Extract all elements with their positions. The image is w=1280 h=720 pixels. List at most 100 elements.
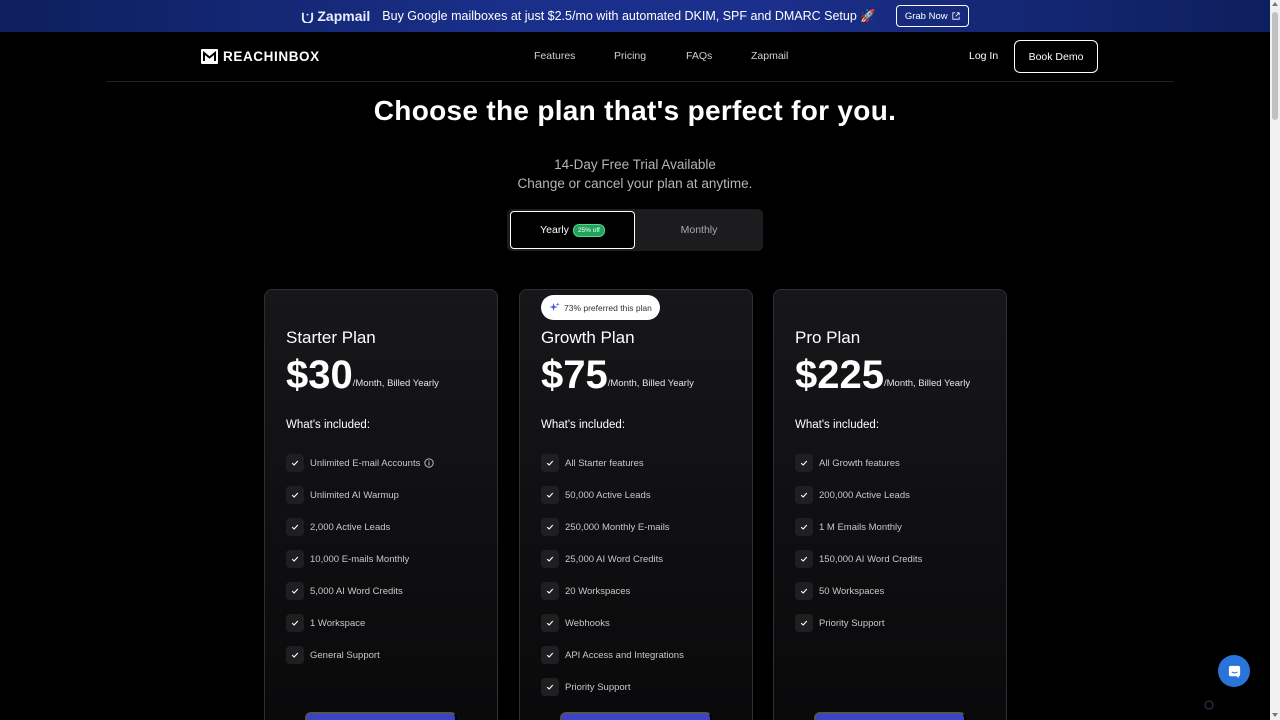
plan-name: Growth Plan: [541, 328, 635, 347]
sparkle-icon: [549, 302, 560, 312]
price-suffix: /Month, Billed Yearly: [883, 378, 971, 389]
plan-card-starter: Starter Plan $30 /Month, Billed Yearly W…: [264, 289, 498, 720]
price-row: $30 /Month, Billed Yearly: [286, 352, 439, 398]
feature-label: Priority Support: [565, 681, 631, 693]
info-icon[interactable]: [424, 458, 435, 468]
page-title: Choose the plan that's perfect for you.: [373, 95, 897, 126]
feature-list: Unlimited E-mail Accounts Unlimited AI Wa…: [286, 447, 435, 671]
feature-item: All Growth features: [795, 447, 922, 479]
scrollbar-thumb[interactable]: [1272, 12, 1278, 120]
feature-label: 10,000 E-mails Monthly: [310, 553, 410, 565]
scroll-up-arrow-icon[interactable]: [1272, 2, 1278, 6]
nav-link-features[interactable]: Features: [534, 50, 575, 62]
trial-subtitle: 14-Day Free Trial Available: [554, 157, 716, 172]
included-heading: What's included:: [541, 419, 626, 431]
check-icon: [541, 486, 559, 504]
plan-price: $75: [541, 353, 608, 397]
choose-plan-button[interactable]: [305, 712, 457, 720]
check-icon: [795, 454, 813, 472]
check-icon: [541, 582, 559, 600]
feature-list: All Growth features 200,000 Active Leads 1…: [795, 447, 922, 639]
feature-item: 10,000 E-mails Monthly: [286, 543, 434, 575]
feature-item: 200,000 Active Leads: [795, 479, 922, 511]
nav-link-pricing[interactable]: Pricing: [614, 50, 646, 62]
plan-card-growth: 73% preferred this plan Growth Plan $75 …: [519, 289, 753, 720]
billing-toggle: Yearly 25% off Monthly: [507, 209, 763, 251]
feature-item: General Support: [286, 639, 434, 671]
check-icon: [286, 550, 304, 568]
check-icon: [286, 454, 304, 472]
feature-label: 1 M Emails Monthly: [819, 521, 902, 533]
price-row: $225 /Month, Billed Yearly: [795, 352, 970, 398]
preferred-badge: 73% preferred this plan: [541, 295, 660, 320]
feature-label: 200,000 Active Leads: [819, 489, 910, 501]
external-link-icon: [952, 12, 960, 20]
feature-item: 25,000 AI Word Credits: [541, 543, 684, 575]
check-icon: [541, 646, 559, 664]
choose-plan-button[interactable]: [814, 712, 966, 720]
feature-item: 50,000 Active Leads: [541, 479, 684, 511]
feature-item: 2,000 Active Leads: [286, 511, 434, 543]
banner-message: Buy Google mailboxes at just $2.5/mo wit…: [382, 8, 876, 23]
feature-list: All Starter features 50,000 Active Leads 2…: [541, 447, 684, 703]
reachinbox-mark-icon: [201, 49, 218, 64]
zapmail-icon: [302, 12, 314, 23]
choose-plan-button[interactable]: [560, 712, 712, 720]
feature-item: API Access and Integrations: [541, 639, 684, 671]
toggle-yearly[interactable]: Yearly 25% off: [510, 211, 635, 249]
watermark-icon: [1204, 700, 1214, 710]
included-heading: What's included:: [286, 419, 371, 431]
zapmail-logo[interactable]: Zapmail: [301, 8, 370, 24]
nav-link-faqs[interactable]: FAQs: [686, 50, 712, 62]
feature-label: API Access and Integrations: [565, 649, 684, 661]
feature-label: All Growth features: [819, 457, 900, 469]
plan-card-pro: Pro Plan $225 /Month, Billed Yearly What…: [773, 289, 1007, 720]
login-link[interactable]: Log In: [969, 50, 998, 62]
feature-label: Unlimited E-mail Accounts: [310, 457, 421, 469]
zapmail-logo-text: Zapmail: [317, 8, 371, 24]
scroll-down-arrow-icon[interactable]: [1272, 713, 1278, 717]
price-suffix: /Month, Billed Yearly: [352, 378, 439, 389]
check-icon: [541, 518, 559, 536]
feature-label: 5,000 AI Word Credits: [310, 585, 403, 597]
feature-label: 150,000 AI Word Credits: [819, 553, 923, 565]
feature-label: 50 Workspaces: [819, 585, 885, 597]
feature-label: 20 Workspaces: [565, 585, 631, 597]
feature-item: 20 Workspaces: [541, 575, 684, 607]
feature-label: 2,000 Active Leads: [310, 521, 391, 533]
feature-item: 150,000 AI Word Credits: [795, 543, 922, 575]
feature-item: Unlimited E-mail Accounts: [286, 447, 435, 479]
check-icon: [286, 518, 304, 536]
price-suffix: /Month, Billed Yearly: [607, 378, 694, 389]
feature-label: Webhooks: [565, 617, 610, 629]
check-icon: [541, 614, 559, 632]
feature-label: Priority Support: [819, 617, 885, 629]
toggle-monthly[interactable]: Monthly: [637, 211, 761, 249]
feature-item: Priority Support: [795, 607, 922, 639]
feature-item: All Starter features: [541, 447, 684, 479]
preferred-badge-text: 73% preferred this plan: [564, 302, 652, 313]
grab-now-button[interactable]: Grab Now: [895, 5, 969, 27]
chat-icon: [1228, 665, 1240, 678]
feature-label: General Support: [310, 649, 380, 661]
reachinbox-logo[interactable]: REACHINBOX: [201, 49, 320, 64]
feature-item: 1 M Emails Monthly: [795, 511, 922, 543]
feature-label: Unlimited AI Warmup: [310, 489, 399, 501]
plan-price: $30: [286, 353, 353, 397]
plan-name: Starter Plan: [286, 328, 376, 347]
logo-text: REACHINBOX: [223, 49, 320, 64]
check-icon: [795, 518, 813, 536]
discount-badge: 25% off: [572, 223, 605, 237]
check-icon: [541, 454, 559, 472]
chat-launcher-button[interactable]: [1218, 655, 1250, 687]
feature-item: 50 Workspaces: [795, 575, 922, 607]
book-demo-button[interactable]: Book Demo: [1014, 40, 1098, 73]
feature-label: All Starter features: [565, 457, 644, 469]
check-icon: [286, 646, 304, 664]
feature-item: 5,000 AI Word Credits: [286, 575, 434, 607]
feature-label: 50,000 Active Leads: [565, 489, 651, 501]
grab-now-label: Grab Now: [904, 10, 948, 22]
plan-name: Pro Plan: [795, 328, 861, 347]
feature-item: 1 Workspace: [286, 607, 434, 639]
nav-link-zapmail[interactable]: Zapmail: [751, 50, 788, 62]
